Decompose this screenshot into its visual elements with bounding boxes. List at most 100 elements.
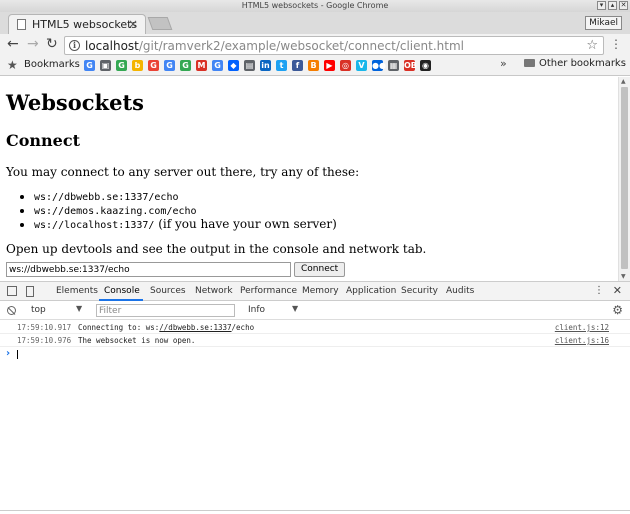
scroll-down-icon[interactable]: ▼ [621, 273, 626, 280]
bookmark-favicon[interactable]: ▣ [100, 60, 111, 71]
new-tab-button[interactable] [147, 17, 173, 30]
connect-form: Connect [6, 262, 346, 277]
gear-icon[interactable]: ⚙ [612, 303, 623, 317]
intro-text: You may connect to any server out there,… [6, 165, 360, 179]
server-url: ws://dbwebb.se:1337/echo [34, 192, 179, 203]
log-source-link[interactable]: client.js:16 [555, 334, 609, 347]
server-url: ws://demos.kaazing.com/echo [34, 206, 197, 217]
bookmark-favicon[interactable]: ▶ [324, 60, 335, 71]
browser-tab[interactable]: HTML5 websockets × [8, 14, 146, 34]
bookmark-favicon[interactable]: V [356, 60, 367, 71]
console-filter-bar: top ▼ Info ▼ ⚙ [0, 301, 630, 320]
url-host: localhost [85, 39, 139, 53]
bookmark-favicon[interactable]: ◉ [420, 60, 431, 71]
bookmarks-star-icon: ★ [7, 58, 18, 72]
server-item: ws://dbwebb.se:1337/echo [34, 190, 612, 204]
devtools-close-icon[interactable]: ✕ [613, 284, 622, 297]
console-filter-input[interactable] [96, 304, 235, 317]
page-content: Websockets Connect You may connect to an… [0, 77, 618, 281]
console-output: 17:59:10.917 Connecting to: ws://dbwebb.… [0, 321, 630, 361]
bookmark-favicon[interactable]: G [180, 60, 191, 71]
console-message: 17:59:10.976 The websocket is now open. … [0, 334, 630, 347]
tab-network[interactable]: Network [195, 286, 233, 296]
tab-performance[interactable]: Performance [240, 286, 297, 296]
tab-console[interactable]: Console [104, 286, 140, 296]
tab-close-icon[interactable]: × [128, 17, 138, 31]
more-bookmarks-icon[interactable]: » [500, 57, 507, 70]
tab-audits[interactable]: Audits [446, 286, 474, 296]
chrome-menu-icon[interactable]: ⋮ [610, 37, 622, 51]
bookmark-favicon[interactable]: M [196, 60, 207, 71]
server-url: ws://localhost:1337/ [34, 220, 155, 231]
websocket-url-input[interactable] [6, 262, 291, 277]
bookmark-favicon[interactable]: G [148, 60, 159, 71]
devtools-bottom-border [0, 510, 630, 511]
console-prompt[interactable]: › [0, 347, 630, 361]
server-list: ws://dbwebb.se:1337/echo ws://demos.kaaz… [34, 190, 612, 232]
context-select[interactable]: top [31, 305, 46, 315]
bookmarks-label[interactable]: Bookmarks [24, 59, 80, 70]
devtools-panel: Elements Console Sources Network Perform… [0, 281, 630, 514]
bookmark-favicon[interactable]: G [116, 60, 127, 71]
server-note: (if you have your own server) [154, 217, 337, 231]
profile-button[interactable]: Mikael [585, 16, 622, 30]
tab-memory[interactable]: Memory [302, 286, 339, 296]
other-bookmarks-label: Other bookmarks [539, 58, 626, 69]
page-title: Websockets [6, 90, 144, 115]
address-bar[interactable]: i localhost/git/ramverk2/example/websock… [64, 36, 604, 55]
window-controls: ▾ ▴ ✕ [597, 1, 628, 10]
bookmark-favicon[interactable]: B [308, 60, 319, 71]
minimize-button[interactable]: ▾ [597, 1, 606, 10]
clear-console-icon[interactable] [7, 306, 16, 315]
log-link[interactable]: //dbwebb.se:1337 [159, 323, 231, 332]
devtools-hint: Open up devtools and see the output in t… [6, 242, 427, 256]
reload-icon[interactable]: ↻ [46, 37, 58, 51]
log-text: The websocket is now open. [78, 336, 196, 345]
tab-security[interactable]: Security [401, 286, 438, 296]
tab-elements[interactable]: Elements [56, 286, 98, 296]
bookmark-favicon[interactable]: ●● [372, 60, 386, 71]
log-timestamp: 17:59:10.976 [17, 336, 72, 345]
bookmark-favicon[interactable]: f [292, 60, 303, 71]
bookmark-favicon[interactable]: b [132, 60, 143, 71]
url-text[interactable]: localhost/git/ramverk2/example/websocket… [85, 39, 464, 53]
log-source-link[interactable]: client.js:12 [555, 321, 609, 334]
window-titlebar: HTML5 websockets - Google Chrome ▾ ▴ ✕ [0, 0, 630, 12]
back-icon[interactable]: ← [7, 37, 19, 51]
close-window-button[interactable]: ✕ [619, 1, 628, 10]
bookmark-favicon[interactable]: OB [404, 60, 417, 71]
maximize-button[interactable]: ▴ [608, 1, 617, 10]
forward-icon[interactable]: → [27, 37, 39, 51]
context-chevron-down-icon[interactable]: ▼ [76, 304, 82, 313]
scroll-up-icon[interactable]: ▲ [621, 78, 626, 85]
device-toolbar-icon[interactable] [26, 286, 34, 297]
page-scrollbar[interactable]: ▲ ▼ [618, 77, 630, 281]
bookmark-star-icon[interactable]: ☆ [586, 38, 598, 53]
info-icon[interactable]: i [69, 40, 80, 51]
other-bookmarks[interactable]: Other bookmarks [524, 58, 626, 69]
section-heading: Connect [6, 131, 80, 150]
log-text-post: /echo [231, 323, 255, 332]
bookmark-favicon[interactable]: ◎ [340, 60, 351, 71]
connect-button[interactable]: Connect [294, 262, 346, 277]
bookmark-favicon[interactable]: ▦ [388, 60, 399, 71]
bookmark-favicon[interactable]: in [260, 60, 271, 71]
log-timestamp: 17:59:10.917 [17, 323, 72, 332]
tab-sources[interactable]: Sources [150, 286, 186, 296]
scroll-thumb[interactable] [621, 87, 628, 269]
bookmark-favicon[interactable]: ◆ [228, 60, 239, 71]
browser-toolbar: ← → ↻ i localhost/git/ramverk2/example/w… [0, 34, 630, 56]
bookmark-favicon[interactable]: G [84, 60, 95, 71]
bookmark-favicon[interactable]: G [212, 60, 223, 71]
tab-application[interactable]: Application [346, 286, 396, 296]
page-icon [17, 19, 26, 30]
folder-icon [524, 59, 535, 67]
bookmark-favicon[interactable]: ▤ [244, 60, 255, 71]
bookmark-favicon[interactable]: G [164, 60, 175, 71]
bookmark-favicon[interactable]: t [276, 60, 287, 71]
level-chevron-down-icon[interactable]: ▼ [292, 304, 298, 313]
inspect-element-icon[interactable] [7, 286, 17, 296]
log-level-select[interactable]: Info [248, 305, 265, 315]
devtools-menu-icon[interactable]: ⋮ [594, 285, 604, 296]
bookmark-favicons: G ▣ Gb G G G M G ◆ ▤ in t f B ▶ ◎ V ●● ▦ OB ◉ [84, 60, 431, 71]
